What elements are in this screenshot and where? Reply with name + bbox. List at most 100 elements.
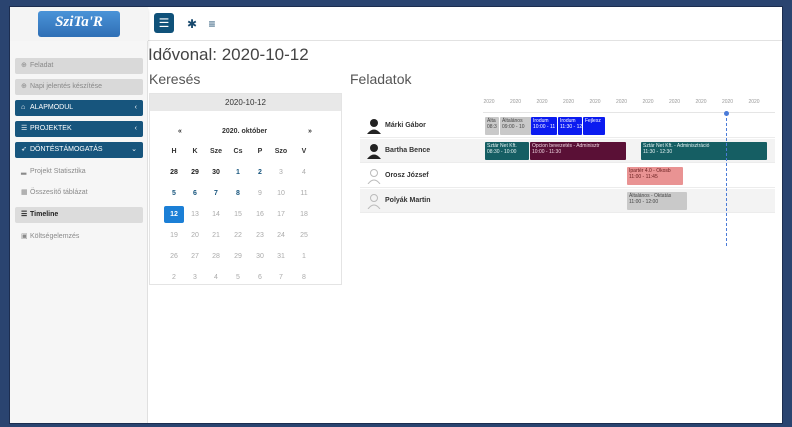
calendar-day[interactable]: 2: [250, 166, 270, 180]
rocket-icon: ➶: [21, 146, 27, 153]
person-name: Orosz József: [385, 172, 429, 179]
app-window: ☰ ✱ ≡ SziTa'R ⊕ Feladat ⊕ Napi jelentés ké…: [9, 6, 783, 424]
calendar-day[interactable]: 18: [294, 208, 314, 222]
calendar-day[interactable]: 28: [206, 250, 226, 264]
task-bar[interactable]: Fejlesz: [583, 117, 605, 135]
task-bar[interactable]: Irodum11:30 - 12:30: [558, 117, 582, 135]
task-time: 10:00 - 11:30: [532, 149, 562, 155]
sidebar-item-projekt-statisztika[interactable]: ▂ Projekt Statisztika: [15, 164, 143, 180]
calendar-day[interactable]: 8: [294, 271, 314, 285]
money-icon: ▣: [21, 233, 28, 240]
calendar-day[interactable]: 4: [206, 271, 226, 285]
sidebar-item-label: Timeline: [30, 211, 59, 218]
calendar-day[interactable]: 19: [164, 229, 184, 243]
task-time: 08:30 - 10:00: [487, 149, 517, 155]
plus-circle-icon: ⊕: [21, 62, 27, 69]
task-bar[interactable]: Általános - Oktatás 11:00 - 12:00: [627, 192, 687, 210]
calendar-day[interactable]: 3: [271, 166, 291, 180]
sidebar-item-osszesito-tablazat[interactable]: ▦ Összesítő táblázat: [15, 185, 143, 201]
timeline-row-polyak-martin: Polyák Martin: [360, 189, 775, 213]
calendar-day[interactable]: 26: [164, 250, 184, 264]
calendar-day-selected[interactable]: 12: [164, 206, 184, 223]
calendar-day[interactable]: 17: [271, 208, 291, 222]
sidebar-item-alapmodul[interactable]: ⌂ ALAPMODUL ‹: [15, 100, 143, 116]
person-name: Márki Gábor: [385, 122, 426, 129]
calendar-day[interactable]: 20: [185, 229, 205, 243]
task-bar[interactable]: Sztár Net Kft. - Adminisztráció 11:30 - 1…: [641, 142, 767, 160]
calendar-day[interactable]: 23: [250, 229, 270, 243]
task-time: 10:00 - 11: [533, 124, 556, 130]
sidebar-item-projektek[interactable]: ☰ PROJEKTEK ‹: [15, 121, 143, 137]
calendar-day[interactable]: 11: [294, 187, 314, 201]
calendar-day[interactable]: 1: [294, 250, 314, 264]
calendar-day[interactable]: 25: [294, 229, 314, 243]
calendar-day[interactable]: 30: [206, 166, 226, 180]
task-time: 11:00 - 12:00: [629, 199, 659, 205]
bug-icon[interactable]: ✱: [184, 16, 200, 32]
avatar: [367, 144, 381, 159]
weekday-header: K: [192, 148, 198, 155]
calendar-day[interactable]: 7: [206, 187, 226, 201]
calendar-day[interactable]: 3: [185, 271, 205, 285]
task-time: 09:00 - 10: [502, 124, 525, 130]
calendar-day[interactable]: 22: [228, 229, 248, 243]
sidebar-item-donteshozatal[interactable]: ➶ DÖNTÉSTÁMOGATÁS ⌄: [15, 142, 143, 158]
calendar-day[interactable]: 10: [271, 187, 291, 201]
timeline-tick-label: 2020: [721, 99, 734, 105]
timeline-axis: 2020 2020 2020 2020 2020 2020 2020 2020 2020 2020…: [483, 99, 775, 113]
calendar-day[interactable]: 8: [228, 187, 248, 201]
avatar: [367, 119, 381, 134]
user-placeholder-icon: [367, 194, 381, 209]
calendar-day[interactable]: 28: [164, 166, 184, 180]
logo-text: SziTa'R: [55, 14, 103, 30]
calendar-day[interactable]: 9: [250, 187, 270, 201]
month-label[interactable]: 2020. október: [222, 128, 267, 135]
calendar-day[interactable]: 4: [294, 166, 314, 180]
timeline-tick-label: 2020: [668, 99, 681, 105]
calendar-day[interactable]: 24: [271, 229, 291, 243]
sidebar-item-feladat[interactable]: ⊕ Feladat: [15, 58, 143, 74]
timeline-icon: ☰: [21, 211, 28, 218]
sidebar-item-label: Projekt Statisztika: [30, 168, 86, 175]
next-month-button[interactable]: »: [308, 128, 312, 135]
calendar-day[interactable]: 29: [185, 166, 205, 180]
person-name: Polyák Martin: [385, 197, 431, 204]
timeline-panel: 2020 2020 2020 2020 2020 2020 2020 2020 2020 2020…: [360, 93, 775, 215]
task-bar[interactable]: Sztár Net Kft. 08:30 - 10:00: [485, 142, 529, 160]
home-icon: ⌂: [21, 104, 26, 111]
timeline-tick-label: 2020: [536, 99, 548, 105]
selected-date-display[interactable]: 2020-10-12: [150, 94, 341, 111]
sidebar-item-napi-jelentes[interactable]: ⊕ Napi jelentés készítése: [15, 79, 143, 95]
calendar-day[interactable]: 13: [185, 208, 205, 222]
calendar-day[interactable]: 6: [185, 187, 205, 201]
sidebar-item-timeline[interactable]: ☰ Timeline: [15, 207, 143, 223]
calendar-day[interactable]: 7: [271, 271, 291, 285]
calendar-day[interactable]: 2: [164, 271, 184, 285]
database-icon[interactable]: ≡: [204, 16, 220, 32]
task-bar[interactable]: Általános 09:00 - 10: [500, 117, 531, 135]
calendar-day[interactable]: 15: [228, 208, 248, 222]
calendar-day[interactable]: 31: [271, 250, 291, 264]
calendar-day[interactable]: 27: [185, 250, 205, 264]
calendar-day[interactable]: 29: [228, 250, 248, 264]
calendar-day[interactable]: 16: [250, 208, 270, 222]
timeline-tick-label: 2020: [562, 99, 575, 105]
calendar-day[interactable]: 21: [206, 229, 226, 243]
task-bar[interactable]: Ipartér 4.0 - Okosb 11:00 - 11:45: [627, 167, 683, 185]
calendar-day[interactable]: 5: [228, 271, 248, 285]
sidebar-item-label: Napi jelentés készítése: [30, 83, 102, 90]
calendar-day[interactable]: 30: [250, 250, 270, 264]
prev-month-button[interactable]: «: [178, 128, 182, 135]
hamburger-menu-icon[interactable]: ☰: [154, 13, 174, 33]
calendar-day[interactable]: 6: [250, 271, 270, 285]
chevron-left-icon: ‹: [134, 104, 137, 111]
task-bar[interactable]: Irodum 10:00 - 11: [531, 117, 557, 135]
calendar-day[interactable]: 14: [206, 208, 226, 222]
task-bar[interactable]: Opcion bevezetés - Adminisztr 10:00 - 11:…: [530, 142, 626, 160]
calendar-day[interactable]: 1: [228, 166, 248, 180]
logo[interactable]: SziTa'R: [38, 11, 120, 37]
task-bar[interactable]: Álta 08:3: [485, 117, 499, 135]
calendar-day[interactable]: 5: [164, 187, 184, 201]
sidebar-item-koltsegelemzes[interactable]: ▣ Költségelemzés: [15, 229, 143, 245]
task-time: 11:30 - 12:30: [560, 124, 582, 130]
